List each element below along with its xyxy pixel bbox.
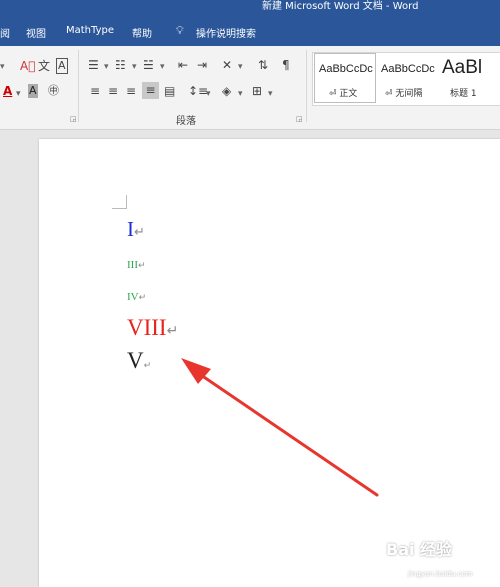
baidu-watermark-url: jingyan.baidu.com	[408, 570, 473, 578]
annotation-arrow	[181, 358, 379, 497]
baidu-watermark: Bai 经验	[386, 540, 453, 559]
arrow-shaft	[196, 371, 379, 497]
